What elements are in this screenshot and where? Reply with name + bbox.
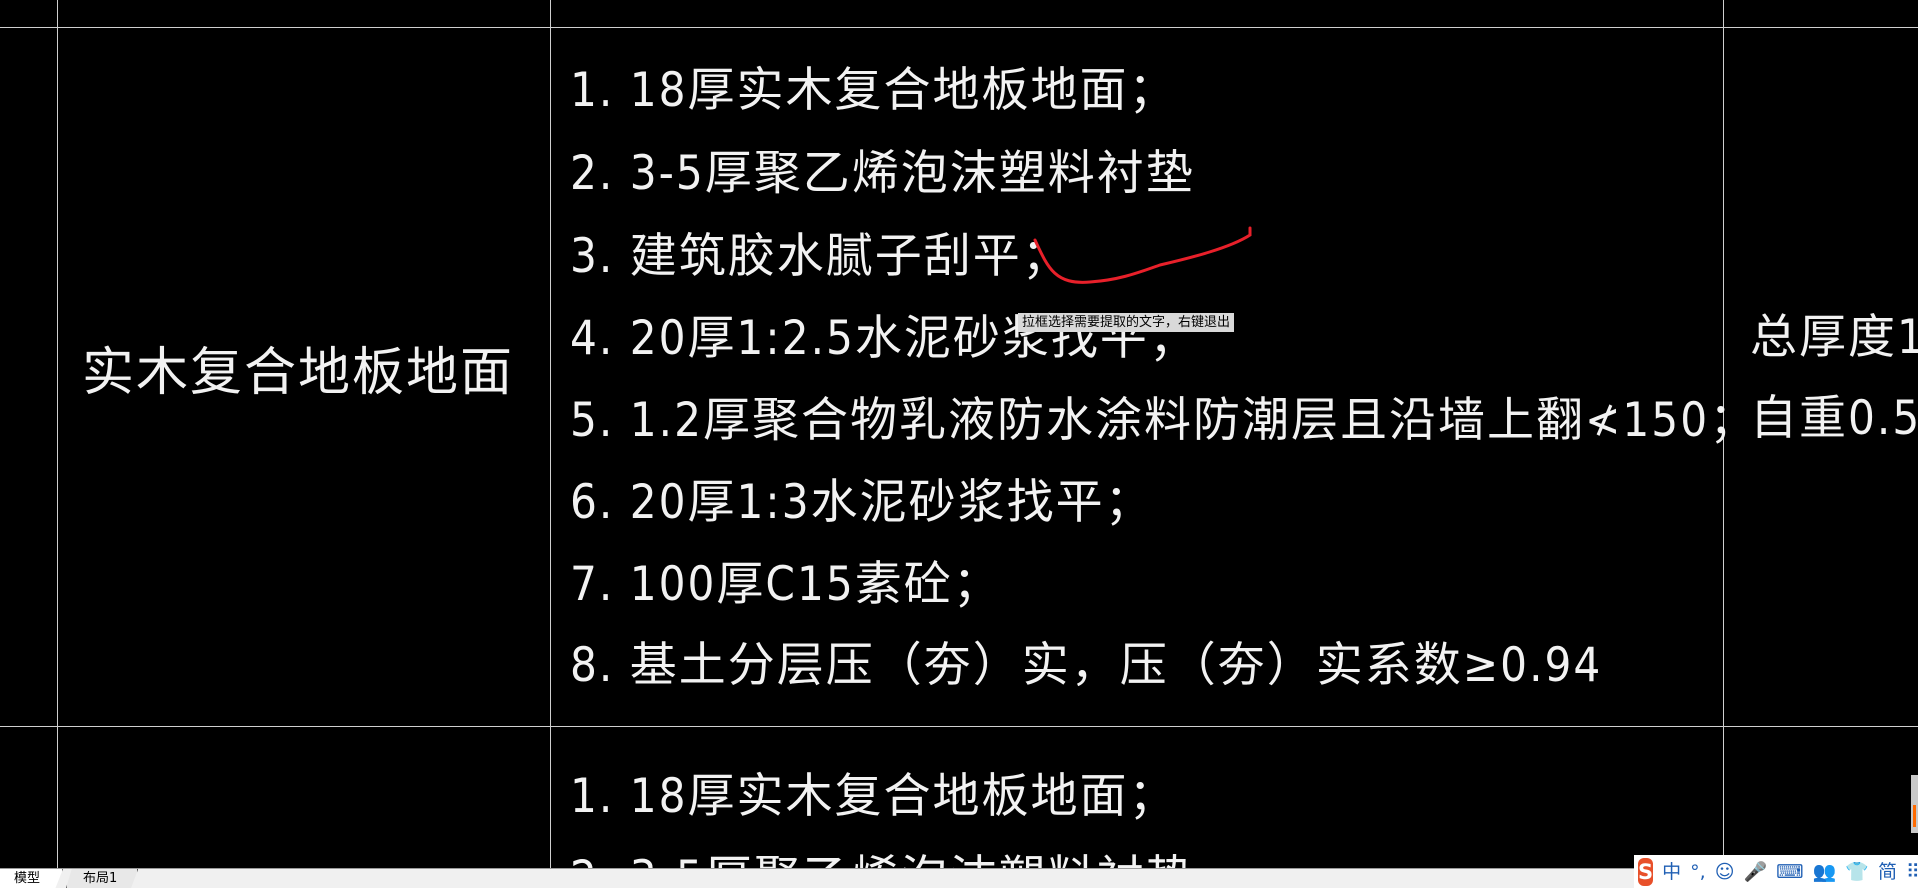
- selection-tooltip: 拉框选择需要提取的文字，右键退出: [1018, 313, 1235, 332]
- chinese-mode-toggle[interactable]: 中: [1662, 858, 1681, 886]
- tab-layout1[interactable]: 布局1: [66, 869, 139, 888]
- emoji-icon[interactable]: ☺: [1715, 858, 1735, 886]
- users-icon[interactable]: 👥: [1813, 858, 1837, 886]
- punctuation-toggle[interactable]: °,: [1690, 858, 1706, 886]
- microphone-icon[interactable]: 🎤: [1744, 858, 1768, 886]
- sogou-logo-icon[interactable]: S: [1638, 857, 1654, 886]
- layout-tab-bar: 模型 布局1: [0, 868, 1918, 888]
- tab-model[interactable]: 模型: [0, 869, 64, 888]
- ime-toolbar[interactable]: S 中 °, ☺ 🎤 ⌨ 👥 👕 简 ⠿: [1634, 855, 1918, 888]
- cad-drawing-canvas[interactable]: 实木复合地板地面 1. 18厚实木复合地板地面； 2. 3-5厚聚乙烯泡沫塑料衬…: [0, 0, 1918, 868]
- keyboard-icon[interactable]: ⌨: [1776, 858, 1803, 886]
- simplified-toggle[interactable]: 简: [1878, 858, 1897, 886]
- red-annotation-stroke: [1033, 226, 1252, 284]
- skin-shirt-icon[interactable]: 👕: [1845, 858, 1869, 886]
- toolbox-grid-icon[interactable]: ⠿: [1906, 858, 1918, 886]
- vertical-scrollbar[interactable]: [1911, 775, 1918, 833]
